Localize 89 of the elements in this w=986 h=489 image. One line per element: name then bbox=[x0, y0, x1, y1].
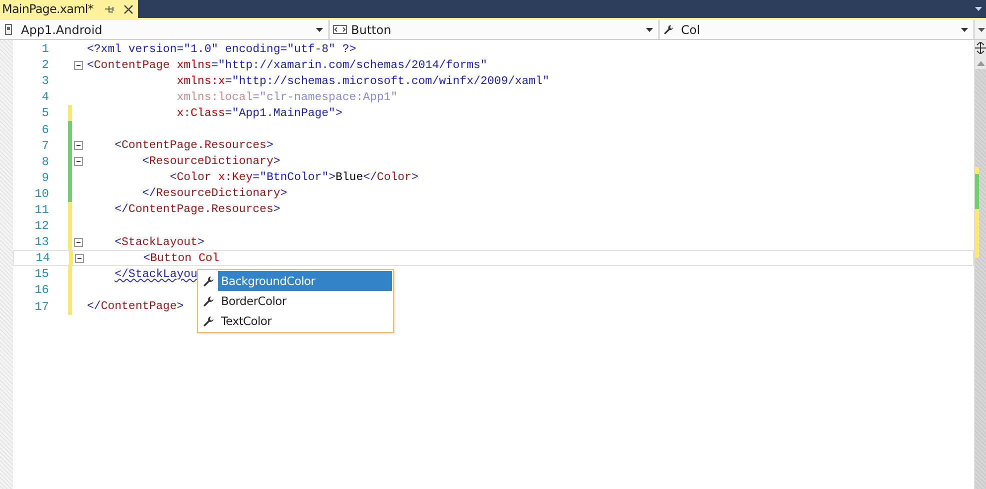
wrench-icon bbox=[202, 314, 215, 328]
code-token: </ bbox=[142, 187, 156, 200]
dropdown[interactable]: Button bbox=[330, 20, 660, 39]
collapse-icon[interactable] bbox=[74, 60, 83, 70]
code-token: xmlns:x bbox=[176, 74, 226, 88]
code-token: "App1.MainPage" bbox=[232, 106, 336, 120]
collapse-icon[interactable] bbox=[74, 157, 83, 166]
code-token: < bbox=[142, 155, 150, 168]
line-number: 12 bbox=[34, 219, 49, 234]
completion-item[interactable]: TextColor bbox=[218, 311, 392, 331]
brackets-icon bbox=[333, 24, 347, 35]
code-token: ResourceDictionary bbox=[156, 187, 280, 200]
code-token: < bbox=[143, 252, 150, 265]
code-token: ContentPage bbox=[94, 58, 170, 72]
caret-icon bbox=[316, 28, 323, 32]
line-number: 6 bbox=[40, 122, 49, 137]
line-number: 13 bbox=[34, 235, 49, 250]
wrench-icon bbox=[202, 294, 215, 308]
line-number: 14 bbox=[34, 251, 50, 266]
line-number: 9 bbox=[40, 170, 49, 185]
completion-item[interactable]: BackgroundColor bbox=[218, 271, 392, 291]
code-token: > bbox=[176, 300, 184, 314]
line-number: 5 bbox=[40, 106, 49, 120]
code-token: < bbox=[114, 139, 122, 152]
code-token: </ bbox=[363, 171, 377, 184]
code-token: ="clr-namespace:App1" bbox=[252, 90, 398, 104]
line-number: 16 bbox=[34, 283, 49, 298]
collapse-icon[interactable] bbox=[74, 141, 83, 150]
code-token: x:Class bbox=[176, 106, 226, 120]
code-token: < bbox=[87, 58, 94, 72]
code-token: < bbox=[170, 171, 177, 184]
code-token: Color bbox=[376, 171, 412, 184]
line-number: 10 bbox=[34, 186, 49, 201]
code-token: </StackLayou bbox=[114, 268, 198, 281]
code-token: ContentPage bbox=[100, 300, 177, 314]
line-number: 4 bbox=[40, 90, 49, 104]
code-token: > bbox=[335, 106, 342, 120]
line-number: 1 bbox=[40, 42, 49, 56]
code-token: = bbox=[211, 58, 218, 72]
line-number: 3 bbox=[40, 74, 49, 88]
code-token: ResourceDictionary bbox=[149, 155, 274, 168]
document-tab[interactable]: MainPage.xaml* bbox=[0, 0, 138, 18]
code-token: > bbox=[197, 236, 204, 249]
code-token: = bbox=[225, 106, 232, 120]
line-number: 17 bbox=[34, 300, 49, 314]
dropdown-arrow-icon[interactable] bbox=[974, 6, 983, 12]
code-token: Blue bbox=[336, 171, 364, 184]
code-token: "http://schemas.microsoft.com/winfx/2009/xaml" bbox=[232, 74, 550, 88]
collapse-icon[interactable] bbox=[74, 238, 83, 247]
code-token: > bbox=[280, 187, 288, 200]
code-token: </ bbox=[87, 300, 101, 314]
code-token: > bbox=[273, 155, 280, 168]
code-token: <?xml version="1.0" encoding="utf-8" ?> bbox=[87, 42, 356, 56]
line-number: 2 bbox=[40, 58, 49, 72]
code-token: = bbox=[225, 74, 232, 88]
code-token: > bbox=[273, 203, 280, 216]
scroll-up-icon bbox=[976, 60, 986, 66]
line-number: 15 bbox=[34, 267, 49, 282]
code-token: > bbox=[328, 171, 336, 184]
code-token: ContentPage.Resources bbox=[122, 139, 266, 152]
line-number: 8 bbox=[40, 154, 49, 169]
code-token: > bbox=[411, 171, 418, 184]
code-token: ContentPage.Resources bbox=[128, 203, 274, 216]
code-token: Button bbox=[150, 252, 192, 265]
pin-icon bbox=[103, 4, 116, 14]
code-token: x:Key bbox=[218, 171, 253, 184]
split-icon bbox=[975, 42, 986, 54]
code-token: </ bbox=[114, 203, 128, 216]
code-token: "http://xamarin.com/schemas/2014/forms" bbox=[218, 58, 488, 72]
scrollbar[interactable] bbox=[974, 40, 986, 489]
code-token: > bbox=[266, 139, 274, 152]
caret-icon bbox=[646, 28, 653, 32]
caret-icon bbox=[961, 28, 968, 32]
code-token: xmlns bbox=[176, 58, 212, 72]
wrench-icon bbox=[202, 274, 215, 288]
code-token: < bbox=[114, 236, 122, 249]
close-icon[interactable] bbox=[123, 4, 134, 14]
collapse-icon[interactable] bbox=[75, 254, 84, 263]
code-token: StackLayout bbox=[122, 236, 198, 249]
code-token: = bbox=[252, 171, 260, 184]
code-token: Color bbox=[176, 171, 212, 184]
completion-item[interactable]: BorderColor bbox=[218, 291, 392, 311]
dropdown[interactable]: Col bbox=[660, 20, 975, 39]
code-token: Col bbox=[198, 252, 220, 265]
line-number: 7 bbox=[40, 138, 49, 153]
line-number: 11 bbox=[34, 202, 49, 217]
dropdown[interactable]: App1.Android bbox=[0, 20, 330, 39]
code-token: xmlns:local bbox=[176, 90, 253, 104]
code-token: "BtnColor" bbox=[260, 171, 329, 184]
